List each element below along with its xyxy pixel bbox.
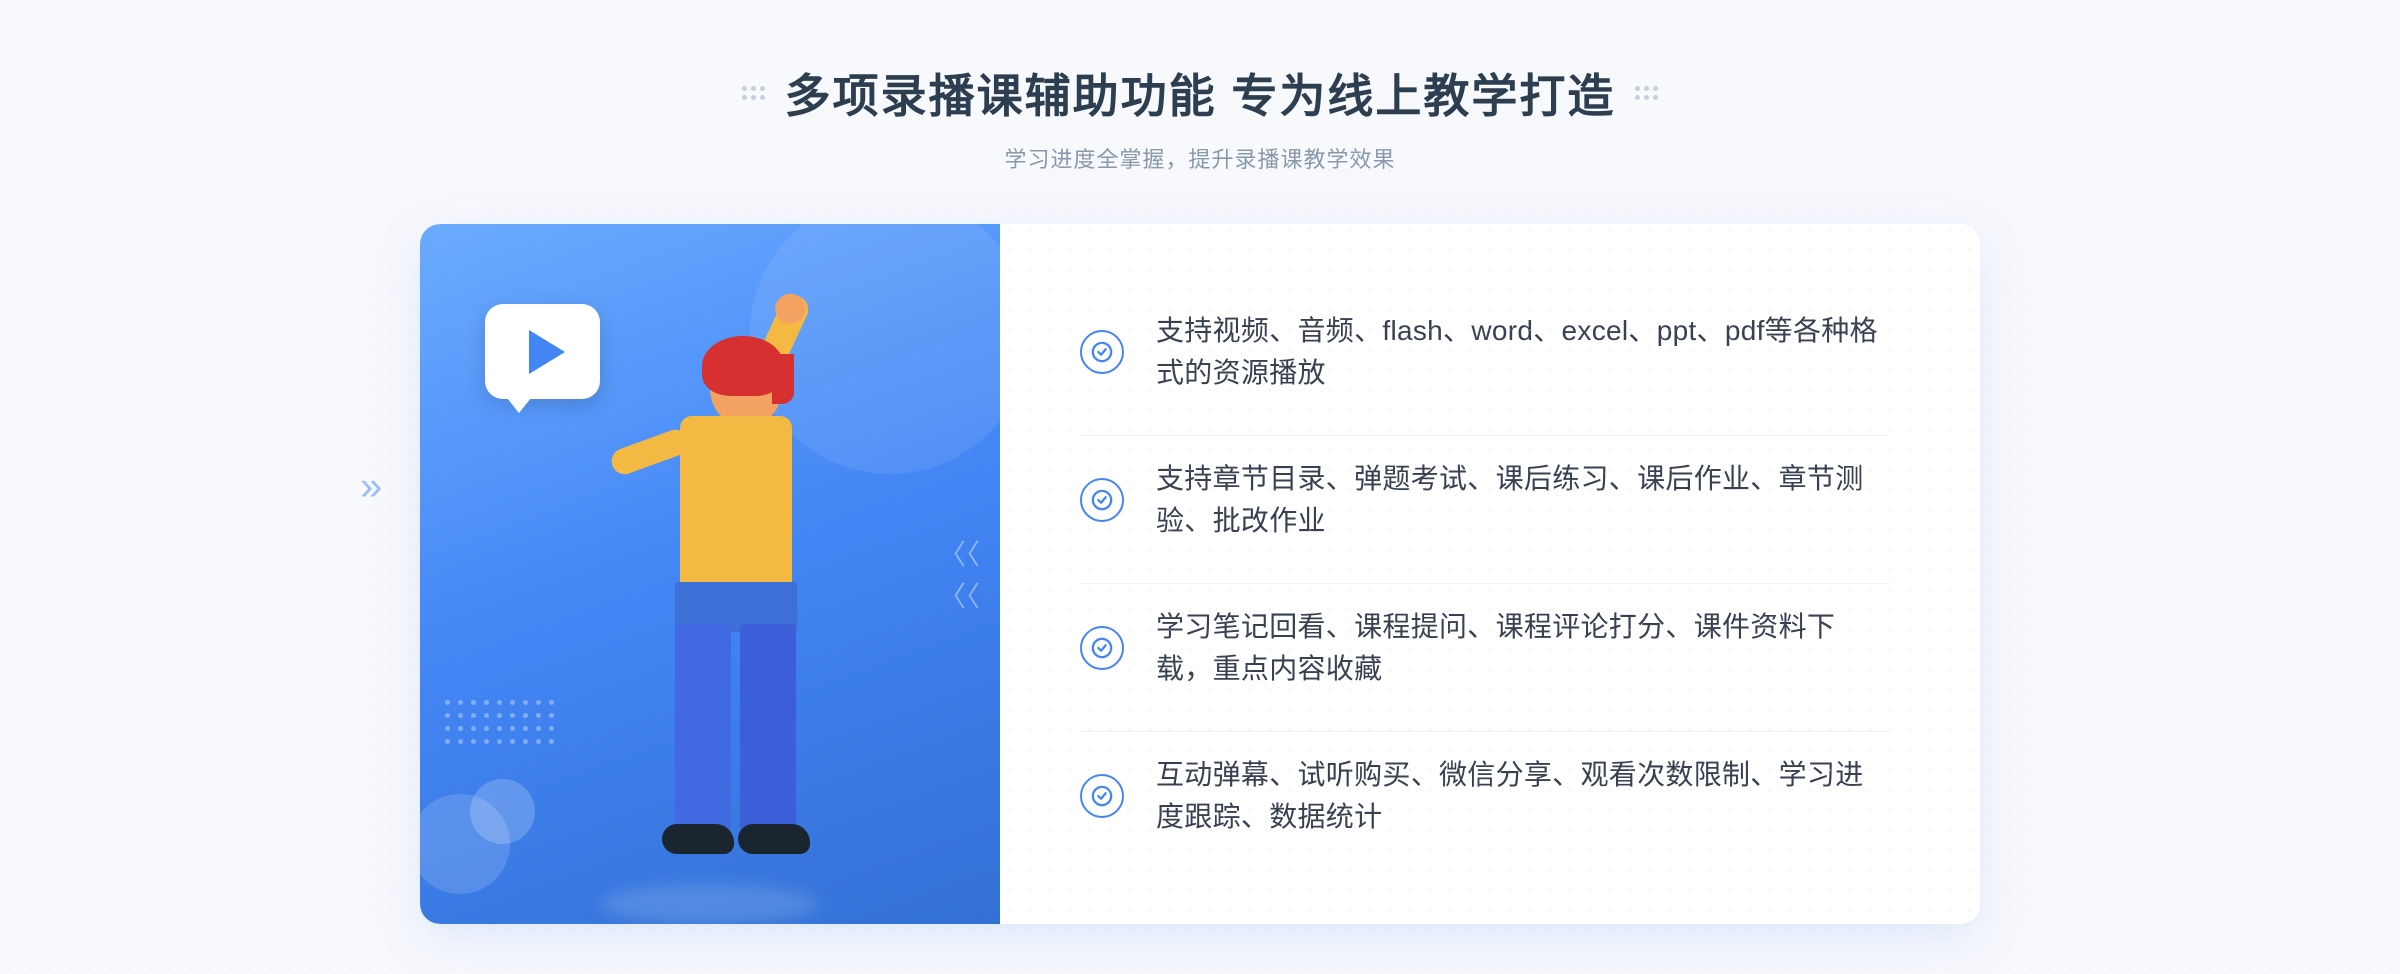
person-left-leg bbox=[675, 624, 731, 834]
dot bbox=[497, 700, 502, 705]
dot bbox=[1653, 95, 1658, 100]
dot bbox=[523, 726, 528, 731]
feature-text-4: 互动弹幕、试听购买、微信分享、观看次数限制、学习进度跟踪、数据统计 bbox=[1156, 754, 1890, 838]
header-section: 多项录播课辅助功能 专为线上教学打造 学习进度全掌握，提升录播课教学效果 bbox=[742, 60, 1659, 174]
dot bbox=[497, 726, 502, 731]
dot bbox=[1653, 86, 1658, 91]
dot bbox=[484, 726, 489, 731]
chevron-icon-1: 〈〈 bbox=[938, 533, 980, 573]
dot bbox=[760, 95, 765, 100]
dot bbox=[497, 713, 502, 718]
feature-text-1: 支持视频、音频、flash、word、excel、ppt、pdf等各种格式的资源… bbox=[1156, 310, 1890, 394]
dot bbox=[536, 739, 541, 744]
check-icon-1 bbox=[1080, 330, 1124, 374]
dot bbox=[458, 739, 463, 744]
dot bbox=[471, 713, 476, 718]
feature-item-1: 支持视频、音频、flash、word、excel、ppt、pdf等各种格式的资源… bbox=[1080, 288, 1890, 416]
dot bbox=[458, 726, 463, 731]
dot bbox=[445, 700, 450, 705]
page-title: 多项录播课辅助功能 专为线上教学打造 bbox=[785, 60, 1616, 126]
feature-text-2: 支持章节目录、弹题考试、课后练习、课后作业、章节测验、批改作业 bbox=[1156, 458, 1890, 542]
dot bbox=[458, 700, 463, 705]
dot-pattern bbox=[445, 700, 554, 744]
left-nav-chevron[interactable]: » bbox=[360, 465, 382, 510]
dot bbox=[760, 86, 765, 91]
illustration-chevrons: 〈〈 〈〈 bbox=[938, 533, 980, 615]
left-decorative-dots bbox=[742, 86, 765, 100]
person-torso bbox=[680, 416, 792, 591]
dot bbox=[458, 713, 463, 718]
feature-item-4: 互动弹幕、试听购买、微信分享、观看次数限制、学习进度跟踪、数据统计 bbox=[1080, 731, 1890, 860]
main-card: 〈〈 〈〈 支持视频、音频、flash、word、excel、ppt、pdf等各… bbox=[420, 224, 1980, 924]
dot bbox=[536, 726, 541, 731]
deco-circle-bottom-small bbox=[470, 779, 535, 844]
right-decorative-dots bbox=[1635, 86, 1658, 100]
dot bbox=[510, 726, 515, 731]
dot bbox=[751, 95, 756, 100]
dot bbox=[1644, 95, 1649, 100]
dot bbox=[536, 713, 541, 718]
dot bbox=[445, 713, 450, 718]
dot bbox=[742, 95, 747, 100]
dot bbox=[1635, 95, 1640, 100]
dot bbox=[523, 713, 528, 718]
dot bbox=[484, 700, 489, 705]
dot bbox=[510, 739, 515, 744]
chevron-icon-2: 〈〈 bbox=[938, 575, 980, 615]
dot bbox=[471, 726, 476, 731]
person-hair-side bbox=[772, 354, 794, 404]
dot bbox=[751, 86, 756, 91]
dot bbox=[510, 700, 515, 705]
feature-item-2: 支持章节目录、弹题考试、课后练习、课后作业、章节测验、批改作业 bbox=[1080, 435, 1890, 564]
dot bbox=[445, 739, 450, 744]
dot bbox=[497, 739, 502, 744]
floor-glow bbox=[600, 884, 820, 924]
check-icon-4 bbox=[1080, 774, 1124, 818]
dot bbox=[523, 700, 528, 705]
dot bbox=[471, 739, 476, 744]
dot bbox=[471, 700, 476, 705]
dot bbox=[484, 739, 489, 744]
page-subtitle: 学习进度全掌握，提升录播课教学效果 bbox=[742, 142, 1659, 174]
person-right-shoe bbox=[738, 824, 810, 854]
dot bbox=[1635, 86, 1640, 91]
dot bbox=[523, 739, 528, 744]
check-icon-3 bbox=[1080, 626, 1124, 670]
dot bbox=[742, 86, 747, 91]
content-panel: 支持视频、音频、flash、word、excel、ppt、pdf等各种格式的资源… bbox=[1000, 224, 1980, 924]
person-right-leg bbox=[740, 624, 796, 834]
page-container: » 多项录播课辅助功能 专为线上教学打造 bbox=[0, 0, 2400, 974]
person-left-shoe bbox=[662, 824, 734, 854]
dot bbox=[1644, 86, 1649, 91]
dot bbox=[445, 726, 450, 731]
dot bbox=[536, 700, 541, 705]
dot bbox=[510, 713, 515, 718]
title-row: 多项录播课辅助功能 专为线上教学打造 bbox=[742, 60, 1659, 126]
dot bbox=[484, 713, 489, 718]
feature-text-3: 学习笔记回看、课程提问、课程评论打分、课件资料下载，重点内容收藏 bbox=[1156, 606, 1890, 690]
illustration-panel: 〈〈 〈〈 bbox=[420, 224, 1000, 924]
feature-item-3: 学习笔记回看、课程提问、课程评论打分、课件资料下载，重点内容收藏 bbox=[1080, 583, 1890, 712]
person-illustration bbox=[550, 334, 870, 924]
check-icon-2 bbox=[1080, 478, 1124, 522]
